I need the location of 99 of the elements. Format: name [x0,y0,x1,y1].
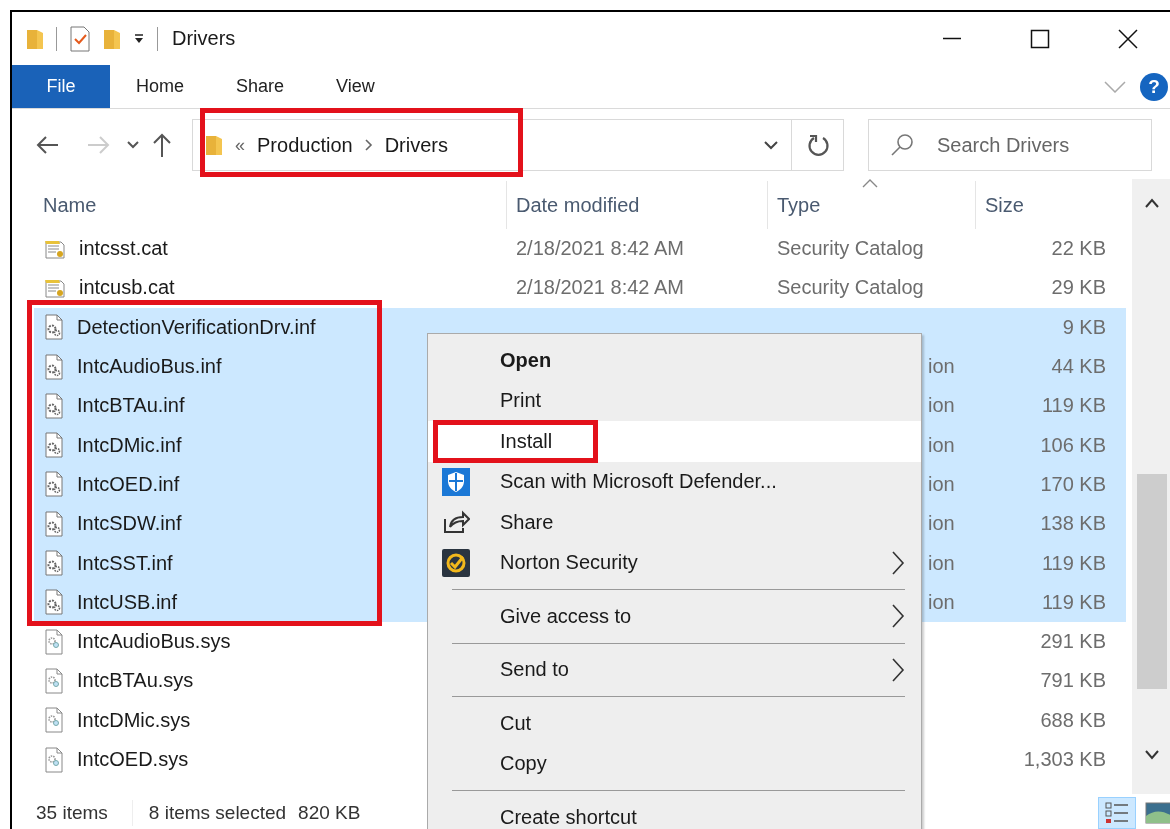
file-type: ion [928,433,955,456]
scroll-up-icon[interactable] [1144,197,1160,209]
system-file-icon [43,746,65,773]
breadcrumb[interactable]: Drivers [384,133,448,157]
file-name: IntcDMic.inf [77,433,182,457]
file-type: ion [928,394,955,417]
details-view-button[interactable] [1098,796,1136,829]
close-icon [1118,28,1138,49]
file-type: ion [928,590,955,613]
file-size: 119 KB [1041,590,1106,613]
menu-item[interactable]: Create shortcut [428,797,921,829]
menu-item[interactable]: Cut [428,703,921,744]
menu-item[interactable]: Install [428,421,921,462]
system-file-icon [43,707,65,734]
settings-file-icon [43,432,65,459]
scrollbar-thumb[interactable] [1137,474,1167,689]
address-dropdown-icon[interactable] [763,140,779,150]
system-file-icon [43,628,65,655]
selection-count: 8 items selected [148,801,287,824]
menu-item[interactable]: Open [428,340,921,381]
breadcrumb-separator-icon[interactable] [364,138,373,152]
menu-item[interactable]: Print [428,380,921,421]
overflow-chevron[interactable]: « [235,134,245,156]
file-name: intcusb.cat [79,276,175,300]
column-header[interactable]: Size [976,181,1114,229]
settings-file-icon [43,392,65,419]
column-header[interactable]: Date modified [507,181,768,229]
file-size: 29 KB [1051,276,1106,299]
minimize-icon [942,37,962,40]
settings-file-icon [43,510,65,537]
settings-file-icon [43,471,65,498]
scroll-down-icon[interactable] [1144,749,1160,761]
refresh-icon [805,133,830,157]
menu-item[interactable]: Give access to [428,596,921,637]
system-file-icon [43,667,65,694]
file-size: 138 KB [1040,512,1106,535]
file-size: 106 KB [1040,433,1106,456]
date-modified: 2/18/2021 8:42 AM [516,237,684,260]
file-size: 1,303 KB [1023,748,1106,770]
file-size: 291 KB [1040,630,1106,653]
file-type: ion [928,512,955,535]
settings-file-icon [43,353,65,380]
file-name: DetectionVerificationDrv.inf [77,315,316,339]
maximize-icon [1030,28,1050,49]
settings-file-icon [43,589,65,616]
file-size: 44 KB [1051,355,1106,378]
breadcrumb[interactable]: Production [257,133,353,157]
file-name: IntcSST.inf [77,551,173,575]
file-type: Security Catalog [777,237,924,260]
file-size: 791 KB [1040,669,1106,692]
date-modified: 2/18/2021 8:42 AM [516,276,684,299]
file-menu-tab[interactable]: File [12,65,110,108]
file-name: IntcOED.inf [77,472,180,496]
menu-item[interactable]: Scan with Microsoft Defender... [428,461,921,502]
vertical-scrollbar[interactable] [1132,179,1170,794]
file-name: IntcBTAu.inf [77,394,185,418]
menu-item[interactable]: Share [428,502,921,543]
properties-checkbox-icon [69,25,91,52]
ribbon-tab[interactable]: Home [110,65,210,108]
settings-file-icon [43,314,65,341]
menu-item[interactable]: Send to [428,649,921,690]
file-name: IntcSDW.inf [77,512,182,536]
file-name: intcsst.cat [79,237,168,261]
file-type: Security Catalog [777,276,924,299]
file-name: IntcAudioBus.inf [77,355,222,379]
address-bar[interactable]: « Production Drivers [192,119,792,171]
file-size: 688 KB [1040,708,1106,731]
file-name: IntcBTAu.sys [77,669,194,693]
file-type: ion [928,472,955,495]
file-name: IntcAudioBus.sys [77,630,231,654]
column-header[interactable]: Type [768,181,976,229]
window-title: Drivers [172,27,236,50]
help-button[interactable]: ? [1140,72,1168,101]
menu-item[interactable]: Norton Security [428,542,921,583]
file-name: IntcOED.sys [77,748,189,771]
checkmark-badge-icon [442,548,470,577]
search-icon [890,133,914,157]
file-name: IntcUSB.inf [77,590,178,614]
file-size: 9 KB [1062,315,1106,338]
file-name: IntcDMic.sys [77,708,191,732]
shield-icon [442,467,470,496]
settings-file-icon [43,550,65,576]
selection-size: 820 KB [298,801,361,824]
item-count: 35 items [36,801,108,824]
folder-icon [205,133,223,157]
menu-item[interactable]: Copy [428,743,921,784]
column-header[interactable]: Name [34,181,507,229]
ribbon-tab[interactable]: Share [210,65,311,108]
refresh-button[interactable] [792,119,844,171]
file-size: 119 KB [1041,394,1106,417]
file-type: ion [928,355,955,378]
search-field[interactable]: Search Drivers [868,119,1152,171]
file-type: ion [928,551,955,574]
share-icon [442,509,470,536]
file-size: 119 KB [1041,551,1106,574]
file-size: 22 KB [1051,237,1106,260]
ribbon-tab[interactable]: View [310,65,401,108]
file-size: 170 KB [1040,472,1106,495]
dropdown-caret-icon[interactable] [133,32,145,45]
